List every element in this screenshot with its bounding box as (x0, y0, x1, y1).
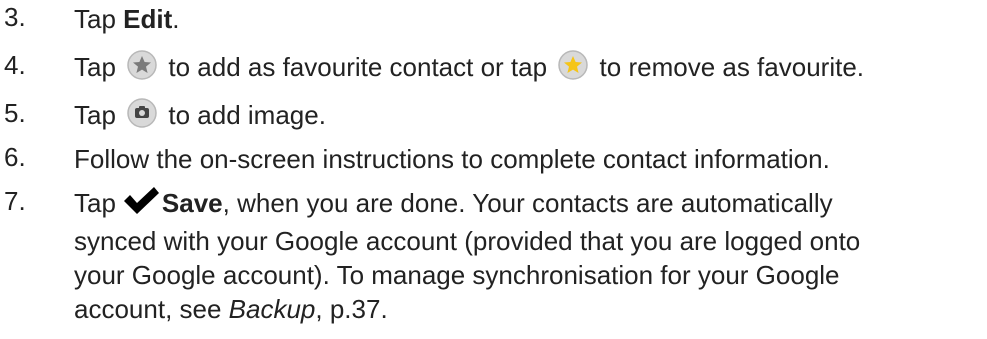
step-text: Follow the on-screen instructions to com… (74, 142, 987, 176)
step-number: 7. (4, 186, 26, 216)
step-text-part: , when you are done. Your contacts are a… (222, 188, 833, 218)
step-line: synced with your Google account (provide… (74, 226, 861, 256)
step-line: Tap Save, when you are done. Your contact… (74, 186, 987, 224)
step-text-part: to remove as favourite. (599, 52, 865, 82)
step-line: your Google account). To manage synchron… (74, 260, 840, 290)
step-number: 4. (4, 50, 26, 80)
step-text-part: to add image. (168, 100, 326, 130)
star-filled-icon (558, 50, 589, 88)
backup-reference: Backup (228, 294, 316, 324)
step-text-part: Tap (74, 100, 116, 130)
step-number: 5. (4, 98, 26, 128)
step-text-part: to add as favourite contact or tap (168, 52, 548, 82)
step-text-part: Tap (74, 4, 124, 34)
step-text-part: Tap (74, 188, 116, 218)
step-number: 6. (4, 142, 26, 172)
camera-icon (127, 98, 157, 136)
save-label: Save (161, 188, 223, 218)
edit-label: Edit (123, 4, 173, 34)
star-outline-icon (127, 50, 157, 88)
step-text-part: . (172, 4, 180, 34)
step-text-part: account, see (74, 294, 229, 324)
step-text-part: Tap (74, 52, 116, 82)
step-text-part: Follow the on-screen instructions to com… (74, 144, 830, 174)
step-text: Tap Edit. (74, 2, 987, 36)
step-line: account, see Backup, p.37. (74, 292, 987, 326)
step-number: 3. (4, 2, 26, 32)
step-text: Tap to add as favourite contact or tap t… (74, 50, 987, 88)
step-text: Tap to add image. (74, 98, 987, 136)
checkmark-icon (122, 186, 160, 224)
step-text: Tap Save, when you are done. Your contact… (74, 186, 987, 326)
step-text-part: , p.37. (315, 294, 388, 324)
